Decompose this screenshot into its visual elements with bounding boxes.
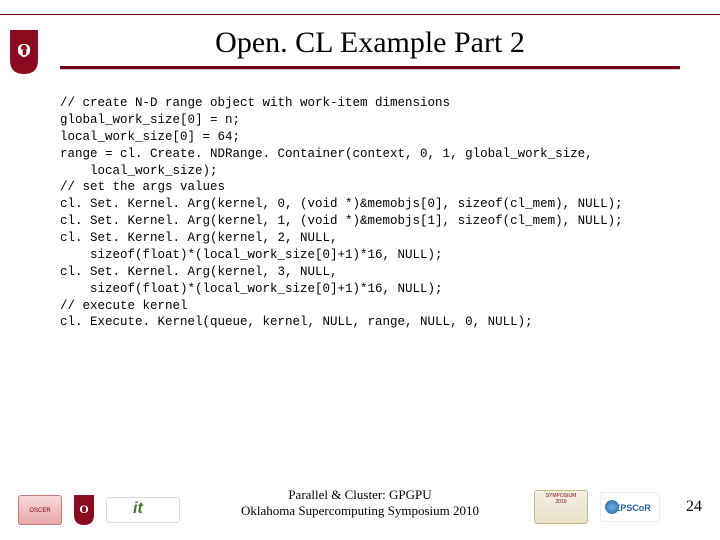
footer: OSCER O Parallel & Cluster: GPGPU Oklaho… bbox=[0, 476, 720, 530]
page-number: 24 bbox=[686, 498, 702, 516]
slide-title: Open. CL Example Part 2 bbox=[60, 26, 680, 60]
top-thin-rule bbox=[0, 14, 720, 15]
slide: O U Open. CL Example Part 2 // create N-… bbox=[0, 0, 720, 540]
svg-text:U: U bbox=[20, 46, 29, 60]
footer-logos-right: SYMPOSIUM2010 EPSCoR bbox=[534, 490, 660, 524]
title-area: Open. CL Example Part 2 bbox=[60, 26, 680, 70]
ou-logo-top: O U bbox=[6, 28, 42, 76]
title-underline bbox=[60, 66, 680, 70]
code-block: // create N-D range object with work-ite… bbox=[60, 95, 680, 331]
symposium-logo: SYMPOSIUM2010 bbox=[534, 490, 588, 524]
epscor-logo: EPSCoR bbox=[600, 492, 660, 522]
